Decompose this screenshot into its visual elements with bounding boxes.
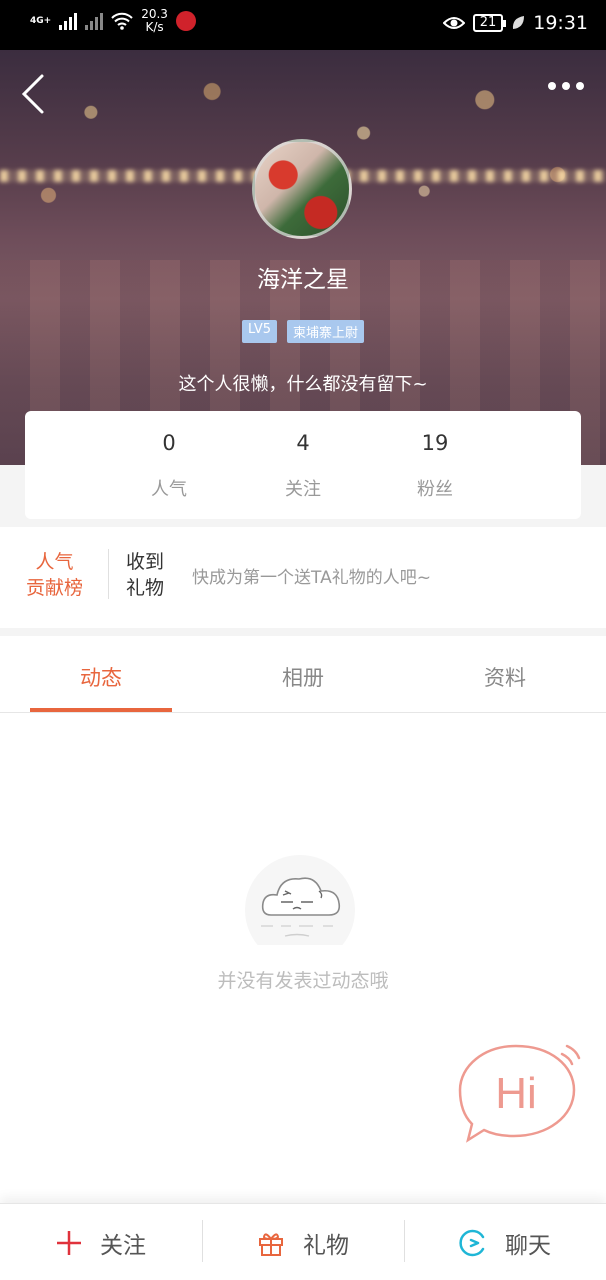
wifi-icon bbox=[111, 12, 133, 30]
tab-bar: 动态 相册 资料 bbox=[0, 636, 606, 713]
gift-button[interactable]: 礼物 bbox=[202, 1204, 404, 1280]
stat-label: 粉丝 bbox=[417, 479, 453, 500]
received-line-1: 收到 bbox=[126, 551, 165, 573]
avatar[interactable] bbox=[252, 139, 352, 239]
contribution-rank-link[interactable]: 人气 贡献榜 bbox=[26, 549, 83, 601]
gift-icon bbox=[259, 1232, 283, 1256]
status-left: 4G+ 20.3 K/s bbox=[30, 8, 196, 34]
chat-icon bbox=[459, 1229, 485, 1256]
eye-icon bbox=[442, 17, 465, 29]
hi-chat-bubble[interactable]: Hi bbox=[456, 1040, 586, 1145]
tab-indicator bbox=[30, 708, 172, 712]
gift-prompt: 快成为第一个送TA礼物的人吧~ bbox=[192, 568, 431, 588]
badge-row: LV5 柬埔寨上尉 bbox=[0, 320, 606, 343]
tab-moments[interactable]: 动态 bbox=[0, 662, 202, 692]
status-bar: 4G+ 20.3 K/s 21 19:31 bbox=[0, 0, 606, 50]
rank-line-1: 人气 bbox=[35, 551, 74, 573]
stat-value: 19 bbox=[421, 431, 449, 455]
clock: 19:31 bbox=[533, 12, 588, 34]
tab-album[interactable]: 相册 bbox=[202, 662, 404, 692]
stats-card: 0 人气 4 关注 19 粉丝 bbox=[25, 411, 581, 519]
chat-label: 聊天 bbox=[505, 1232, 551, 1259]
stat-value: 4 bbox=[296, 431, 310, 455]
plus-icon bbox=[57, 1230, 81, 1255]
stat-value: 0 bbox=[162, 431, 176, 455]
back-arrow-icon[interactable] bbox=[16, 72, 50, 116]
speed-unit: K/s bbox=[145, 20, 164, 34]
level-badge: LV5 bbox=[242, 320, 277, 343]
leaf-icon bbox=[513, 16, 525, 29]
status-right: 21 19:31 bbox=[442, 12, 588, 34]
bottom-action-bar: 关注 礼物 聊天 bbox=[0, 1203, 606, 1280]
signal-icon-2 bbox=[85, 12, 104, 30]
network-speed: 20.3 K/s bbox=[141, 8, 168, 34]
nickname: 海洋之星 bbox=[257, 267, 349, 293]
stat-popularity[interactable]: 0 人气 bbox=[129, 431, 209, 501]
received-gifts-label: 收到 礼物 bbox=[126, 549, 164, 601]
network-type: 4G+ bbox=[30, 15, 52, 26]
weibo-icon bbox=[175, 11, 196, 31]
chat-button[interactable]: 聊天 bbox=[404, 1204, 606, 1280]
tab-profile-info[interactable]: 资料 bbox=[404, 662, 606, 692]
signal-icon bbox=[59, 12, 78, 30]
received-line-2: 礼物 bbox=[126, 577, 165, 599]
bio-text: 这个人很懒，什么都没有留下~ bbox=[178, 374, 428, 395]
title-badge: 柬埔寨上尉 bbox=[286, 320, 364, 343]
stat-fans[interactable]: 19 粉丝 bbox=[395, 431, 475, 501]
more-options-button[interactable] bbox=[548, 82, 584, 90]
gift-label: 礼物 bbox=[303, 1232, 349, 1259]
divider bbox=[108, 549, 109, 599]
hi-label: Hi bbox=[495, 1069, 537, 1118]
follow-label: 关注 bbox=[100, 1232, 146, 1259]
rank-line-2: 贡献榜 bbox=[26, 577, 84, 599]
stat-label: 人气 bbox=[151, 479, 187, 500]
profile-header: 海洋之星 LV5 柬埔寨上尉 这个人很懒，什么都没有留下~ bbox=[0, 50, 606, 465]
section-separator bbox=[0, 628, 606, 636]
follow-button[interactable]: 关注 bbox=[0, 1204, 202, 1280]
gift-row[interactable]: 人气 贡献榜 收到 礼物 快成为第一个送TA礼物的人吧~ bbox=[0, 527, 606, 628]
stat-following[interactable]: 4 关注 bbox=[263, 431, 343, 501]
empty-state-message: 并没有发表过动态哦 bbox=[217, 970, 389, 992]
empty-cloud-icon bbox=[245, 855, 355, 945]
battery-icon: 21 bbox=[472, 14, 506, 32]
stat-label: 关注 bbox=[285, 479, 321, 500]
